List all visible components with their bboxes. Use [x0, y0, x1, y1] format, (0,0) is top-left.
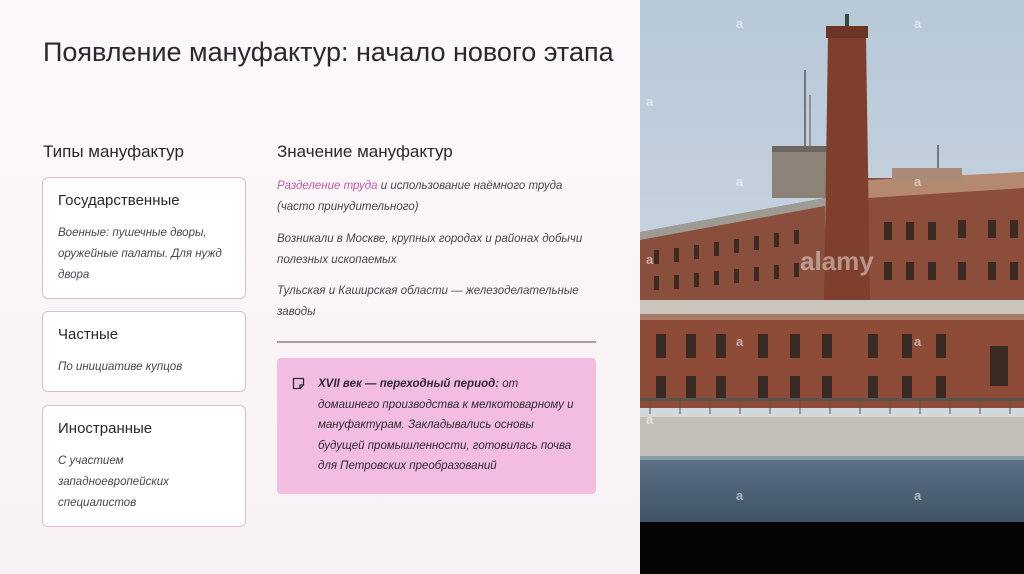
card-foreign: Иностранные С участием западноевропейски… [42, 405, 246, 527]
photo-watermark: a [914, 174, 922, 189]
highlight-text: Разделение труда [277, 180, 378, 192]
factory-illustration: a a a a a a alamy a a a a a [640, 0, 1024, 574]
photo-watermark: a [736, 16, 744, 31]
photo-watermark: a [736, 488, 744, 503]
photo-watermark-brand: alamy [800, 246, 874, 276]
photo-watermark: a [736, 334, 744, 349]
slide-title: Появление мануфактур: начало нового этап… [43, 37, 614, 67]
photo-watermark: a [646, 94, 654, 109]
photo-watermark: a [914, 488, 922, 503]
photo-watermark: a [736, 174, 744, 189]
photo-watermark: a [914, 334, 922, 349]
card-title: Иностранные [58, 420, 153, 437]
callout-body: от домашнего производства к мелкотоварно… [318, 378, 574, 472]
card-text: По инициативе купцов [58, 361, 183, 373]
callout-text: XVII век — переходный период: от домашне… [318, 374, 580, 477]
significance-paragraph-2: Возникали в Москве, крупных городах и ра… [277, 233, 583, 266]
card-text: С участием западноевропейских специалист… [58, 455, 169, 509]
types-heading: Типы мануфактур [43, 142, 184, 161]
significance-paragraph-1: Разделение труда и использование наёмног… [277, 176, 597, 218]
photo-watermark: a [646, 252, 654, 267]
photo-watermark: a [646, 412, 654, 427]
divider [277, 341, 596, 343]
card-private: Частные По инициативе купцов [42, 311, 246, 392]
card-title: Государственные [58, 192, 180, 209]
photo-watermark: a [914, 16, 922, 31]
card-title: Частные [58, 326, 119, 343]
factory-photo: a a a a a a alamy a a a a a [640, 0, 1024, 574]
note-icon [292, 377, 305, 390]
callout-box: XVII век — переходный период: от домашне… [277, 358, 596, 494]
callout-bold: XVII век — переходный период: [318, 378, 500, 390]
card-state: Государственные Военные: пушечные дворы,… [42, 177, 246, 299]
significance-paragraph-3: Тульская и Каширская области — железодел… [277, 285, 579, 318]
significance-heading: Значение мануфактур [277, 142, 453, 161]
card-text: Военные: пушечные дворы, оружейные палат… [58, 227, 222, 281]
